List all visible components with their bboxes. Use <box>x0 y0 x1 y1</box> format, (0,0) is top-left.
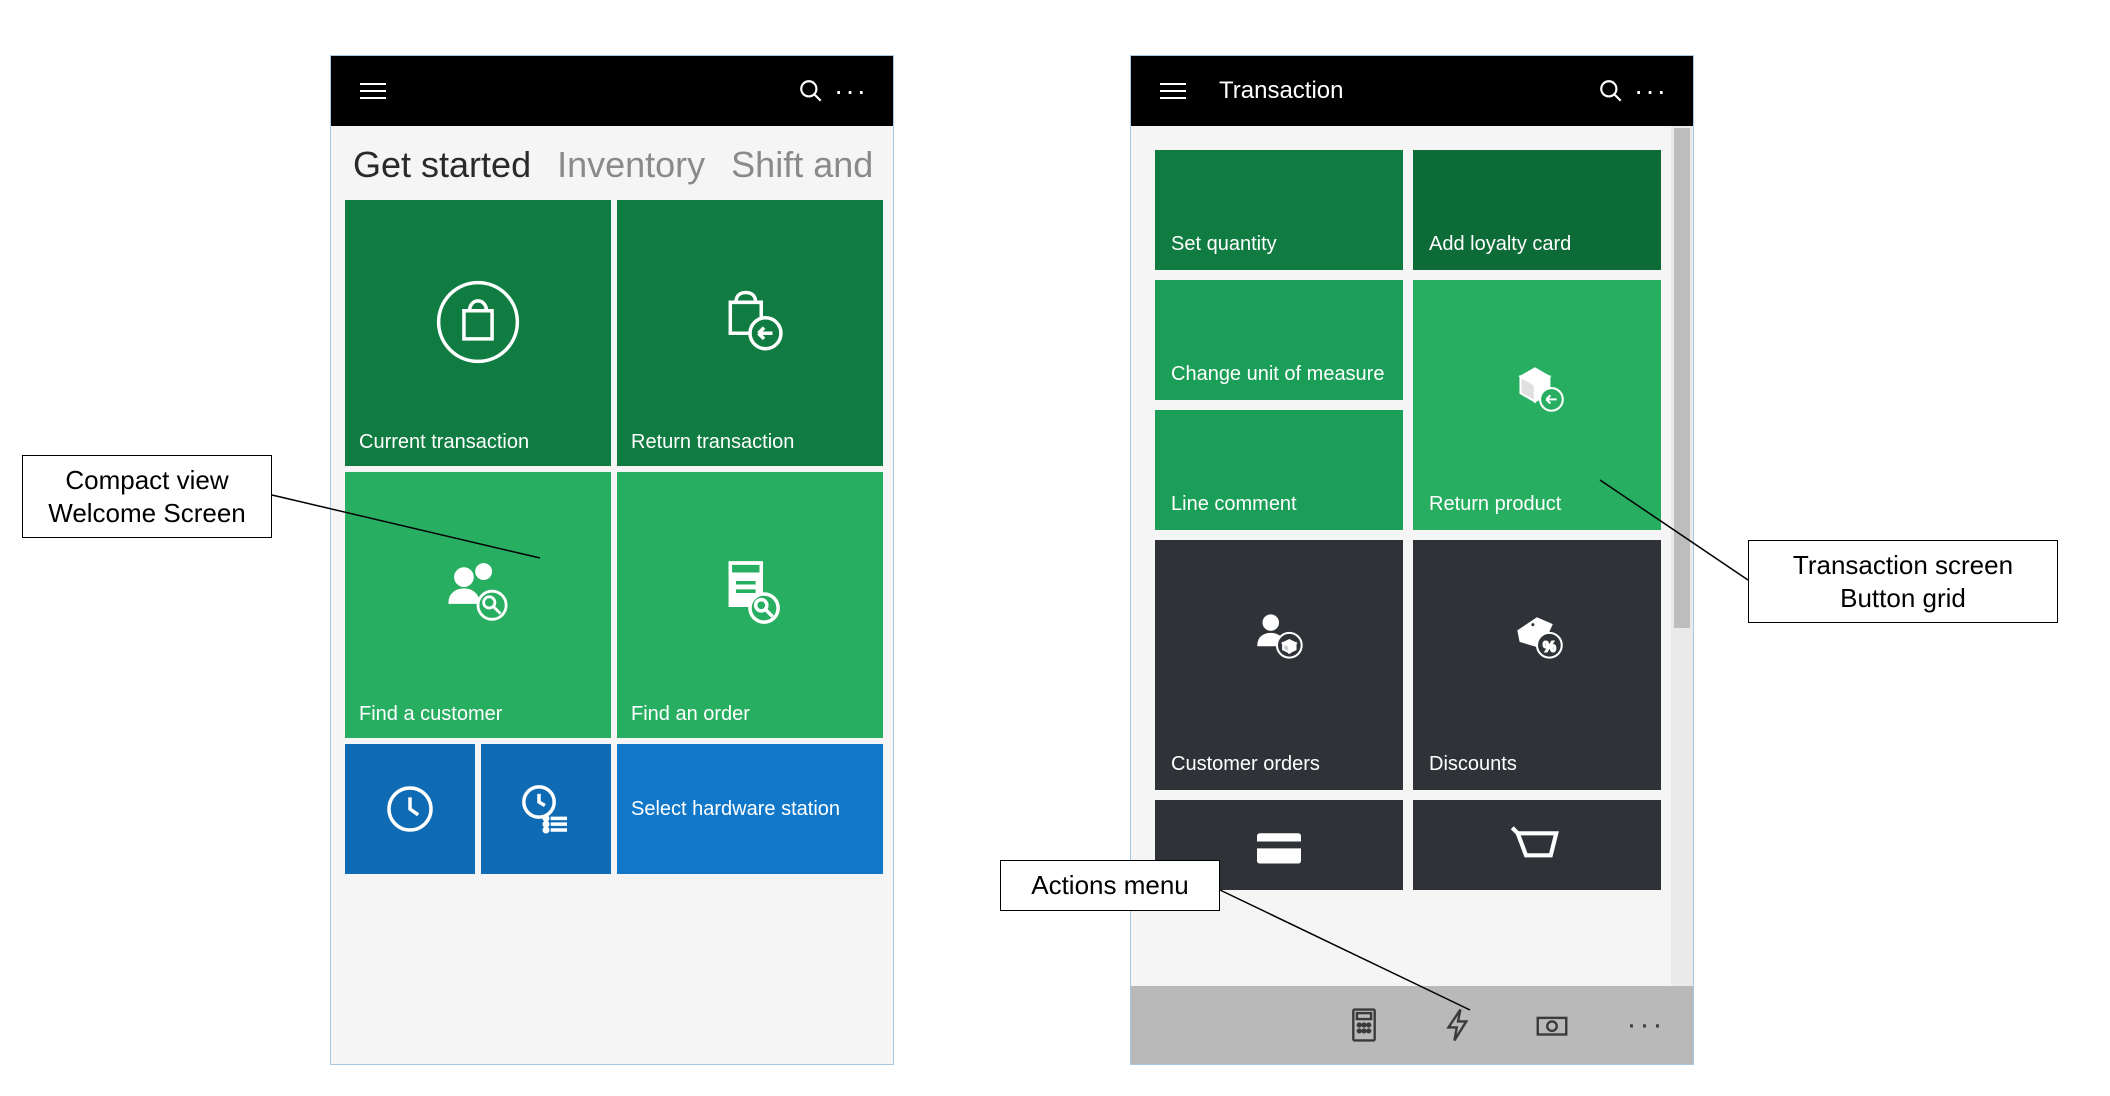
tile-label: Find an order <box>631 703 869 726</box>
tile-label: Return transaction <box>631 431 869 454</box>
bag-back-icon <box>631 212 869 431</box>
tabs-row: Get started Inventory Shift and <box>331 126 893 196</box>
tile-label: Return product <box>1429 493 1645 516</box>
svg-text:%: % <box>1543 639 1556 655</box>
tile-line-comment[interactable]: Line comment <box>1155 410 1403 530</box>
tab-get-started[interactable]: Get started <box>353 144 531 186</box>
cash-icon[interactable] <box>1527 1006 1577 1044</box>
tile-find-order[interactable]: Find an order <box>617 472 883 738</box>
box-back-icon <box>1504 354 1570 426</box>
hamburger-icon[interactable] <box>353 83 393 99</box>
person-box-icon <box>1246 604 1312 676</box>
hamburger-icon[interactable] <box>1153 83 1193 99</box>
transaction-content: Set quantity Add loyalty card Change uni… <box>1131 126 1693 986</box>
tile-label: Discounts <box>1429 753 1645 776</box>
lightning-icon[interactable] <box>1433 1006 1483 1044</box>
action-bar: ··· <box>1131 986 1693 1064</box>
tile-select-hardware[interactable]: Select hardware station <box>617 744 883 874</box>
tile-customer-orders[interactable]: Customer orders <box>1155 540 1403 790</box>
callout-actionsmenu: Actions menu <box>1000 860 1220 911</box>
header-bar: ··· <box>331 56 893 126</box>
tile-set-quantity[interactable]: Set quantity <box>1155 150 1403 270</box>
transaction-phone: Transaction ··· Set quantity Add loyalty… <box>1130 55 1694 1065</box>
tile-label: Select hardware station <box>631 798 869 821</box>
page-title: Transaction <box>1219 77 1344 105</box>
search-icon[interactable] <box>1591 78 1631 104</box>
welcome-phone: ··· Get started Inventory Shift and Curr… <box>330 55 894 1065</box>
tag-percent-icon: % <box>1504 604 1570 676</box>
cart-icon <box>1504 814 1570 886</box>
more-icon[interactable]: ··· <box>1631 75 1671 107</box>
tile-return-transaction[interactable]: Return transaction <box>617 200 883 466</box>
document-search-icon <box>631 484 869 703</box>
tile-label: Add loyalty card <box>1429 233 1645 256</box>
tile-discounts[interactable]: % Discounts <box>1413 540 1661 790</box>
bag-circle-icon <box>359 212 597 431</box>
callout-welcome: Compact view Welcome Screen <box>22 455 272 538</box>
clock-icon <box>345 744 475 874</box>
tab-inventory[interactable]: Inventory <box>557 144 705 186</box>
clock-list-icon <box>481 744 611 874</box>
tile-label: Change unit of measure <box>1171 363 1387 386</box>
callout-buttongrid: Transaction screen Button grid <box>1748 540 2058 623</box>
tile-change-uom[interactable]: Change unit of measure <box>1155 280 1403 400</box>
more-icon[interactable]: ··· <box>1621 1008 1671 1042</box>
scrollbar[interactable] <box>1671 126 1693 986</box>
header-bar: Transaction ··· <box>1131 56 1693 126</box>
people-search-icon <box>359 484 597 703</box>
tile-label: Find a customer <box>359 703 597 726</box>
card-icon <box>1246 814 1312 886</box>
transaction-button-grid: Set quantity Add loyalty card Change uni… <box>1131 126 1671 986</box>
tile-add-loyalty[interactable]: Add loyalty card <box>1413 150 1661 270</box>
tile-clock[interactable] <box>345 744 475 874</box>
scrollbar-thumb[interactable] <box>1674 128 1690 628</box>
welcome-tile-grid: Current transaction Return transaction <box>331 196 893 888</box>
more-icon[interactable]: ··· <box>831 75 871 107</box>
tile-partial-cart[interactable] <box>1413 800 1661 890</box>
tile-return-product[interactable]: Return product <box>1413 280 1661 530</box>
tile-label: Customer orders <box>1171 753 1387 776</box>
tile-current-transaction[interactable]: Current transaction <box>345 200 611 466</box>
calculator-icon[interactable] <box>1339 1006 1389 1044</box>
tile-label: Set quantity <box>1171 233 1387 256</box>
tile-label: Current transaction <box>359 431 597 454</box>
tile-label: Line comment <box>1171 493 1387 516</box>
tile-find-customer[interactable]: Find a customer <box>345 472 611 738</box>
search-icon[interactable] <box>791 78 831 104</box>
tab-shift[interactable]: Shift and <box>731 144 873 186</box>
tile-clock-list[interactable] <box>481 744 611 874</box>
